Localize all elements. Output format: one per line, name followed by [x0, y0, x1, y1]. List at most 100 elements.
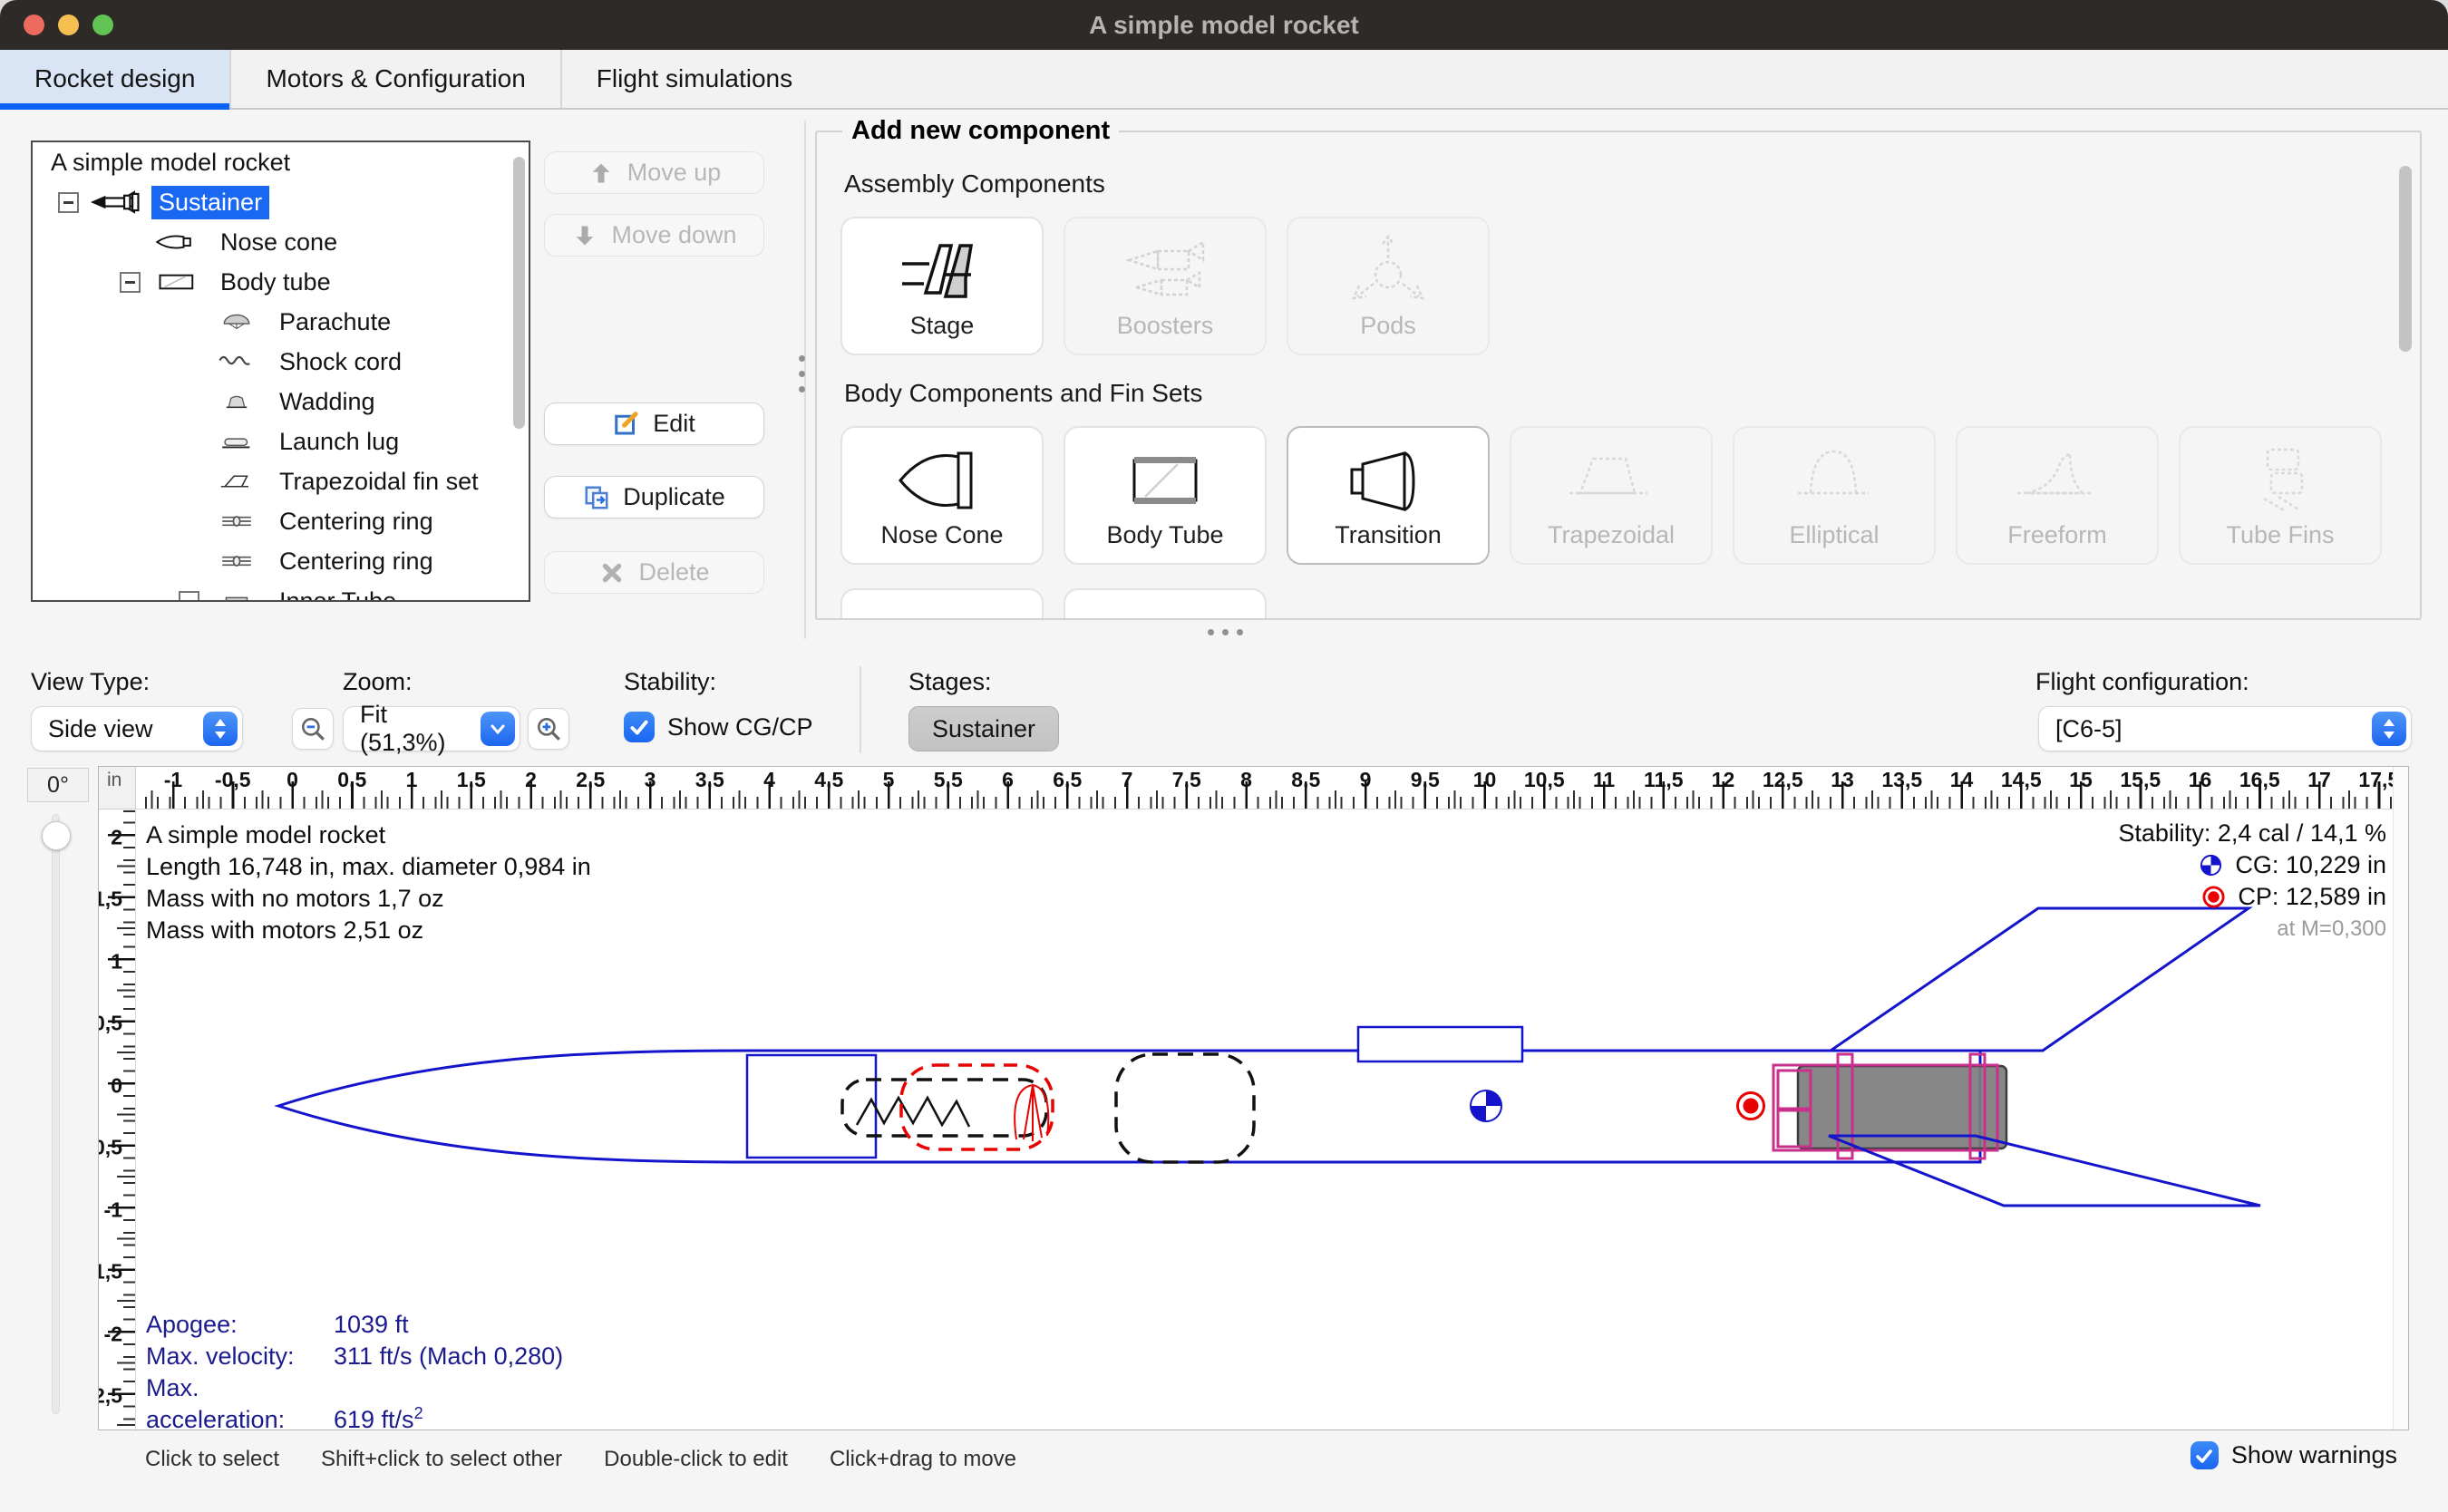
canvas-scrollbar[interactable] [2393, 767, 2408, 1430]
rotation-slider[interactable] [52, 814, 60, 1414]
tree-item-label: Sustainer [151, 186, 269, 219]
show-warnings-checkbox[interactable] [2191, 1441, 2219, 1469]
h-ruler-label: 6 [1002, 768, 1014, 792]
boosters-icon [1111, 232, 1219, 310]
h-ruler-label: 7,5 [1172, 768, 1201, 792]
view-type-select[interactable]: Side view [31, 706, 243, 751]
tree-scrollbar[interactable] [513, 157, 525, 429]
add-trapezoidal-card[interactable]: Trapezoidal [1510, 426, 1713, 565]
title-bar: A simple model rocket [0, 0, 2448, 50]
pods-icon [1334, 232, 1443, 310]
add-tube-fins-card[interactable]: Tube Fins [2179, 426, 2382, 565]
h-ruler-label: 5,5 [934, 768, 963, 792]
collapse-icon[interactable] [58, 192, 79, 213]
h-ruler-label: 0,5 [337, 768, 366, 792]
show-cgcp-checkbox[interactable] [624, 712, 655, 742]
delete-button[interactable]: Delete [544, 551, 764, 594]
body-tube-card-icon [1111, 441, 1219, 519]
zoom-window-button[interactable] [92, 15, 113, 35]
add-freeform-card[interactable]: Freeform [1956, 426, 2159, 565]
tree-item-trapezoidal-fin-set[interactable]: Trapezoidal fin set [33, 461, 529, 501]
nose-cone-card-icon [888, 441, 996, 519]
edit-button[interactable]: Edit [544, 402, 764, 445]
launch-lug[interactable] [1358, 1027, 1522, 1061]
add-boosters-card[interactable]: Boosters [1064, 217, 1267, 355]
zoom-out-icon [299, 715, 326, 742]
edit-icon [613, 411, 640, 438]
tree-item-parachute[interactable]: Parachute [33, 302, 529, 342]
tree-item-launch-lug[interactable]: Launch lug [33, 422, 529, 461]
clipped-card[interactable] [1064, 588, 1267, 620]
tree-item-a-simple-model-rocket[interactable]: A simple model rocket [33, 142, 529, 182]
show-cgcp-label: Show CG/CP [667, 713, 813, 741]
v-ruler-label: 2 [111, 825, 122, 849]
add-pods-card[interactable]: Pods [1287, 217, 1490, 355]
show-warnings-toggle[interactable]: Show warnings [2191, 1441, 2397, 1469]
delete-icon [598, 559, 626, 586]
tab-label: Rocket design [34, 64, 195, 93]
inner-tube-icon [210, 587, 263, 602]
tree-item-label: Centering ring [272, 545, 441, 578]
stage-icon [888, 232, 996, 310]
collapse-icon[interactable] [120, 272, 141, 293]
add-elliptical-card[interactable]: Elliptical [1733, 426, 1936, 565]
expand-icon[interactable] [179, 591, 199, 603]
rotation-slider-thumb[interactable] [42, 821, 71, 850]
h-ruler-label: 14,5 [2001, 768, 2042, 792]
tree-item-wadding[interactable]: Wadding [33, 382, 529, 422]
card-label: Boosters [1117, 312, 1214, 340]
h-ruler-label: 17 [2307, 768, 2331, 792]
zoom-select[interactable]: Fit (51,3%) [343, 706, 520, 751]
trapezoidal-fin-icon [1557, 441, 1666, 519]
add-panel-scrollbar[interactable] [2399, 166, 2412, 352]
zoom-in-button[interactable] [528, 708, 569, 750]
h-ruler-label: 6,5 [1053, 768, 1082, 792]
tree-item-centering-ring[interactable]: Centering ring [33, 541, 529, 581]
add-nose-cone-card[interactable]: Nose Cone [840, 426, 1044, 565]
hint-text: Double-click to edit [604, 1447, 788, 1472]
tree-item-shock-cord[interactable]: Shock cord [33, 342, 529, 382]
show-warnings-label: Show warnings [2231, 1441, 2397, 1469]
tab-motors-configuration[interactable]: Motors & Configuration [231, 50, 561, 108]
flight-config-label: Flight configuration: [2035, 668, 2249, 696]
minimize-window-button[interactable] [58, 15, 79, 35]
body-tube-outline[interactable] [278, 1051, 1980, 1162]
stage-toggle-sustainer[interactable]: Sustainer [908, 706, 1059, 751]
h-ruler-label: 10,5 [1524, 768, 1565, 792]
tree-item-sustainer[interactable]: Sustainer [33, 182, 529, 222]
tab-rocket-design[interactable]: Rocket design [0, 50, 231, 108]
rocket-info-text: A simple model rocket Length 16,748 in, … [146, 819, 591, 946]
zoom-value: Fit (51,3%) [360, 701, 465, 757]
v-ruler-label: 0,5 [99, 1012, 122, 1036]
tree-item-centering-ring[interactable]: Centering ring [33, 501, 529, 541]
tab-flight-simulations[interactable]: Flight simulations [562, 50, 827, 108]
stages-label: Stages: [908, 668, 992, 696]
add-stage-card[interactable]: Stage [840, 217, 1044, 355]
add-transition-card[interactable]: Transition [1287, 426, 1490, 565]
tree-item-nose-cone[interactable]: Nose cone [33, 222, 529, 262]
flight-config-select[interactable]: [C6-5] [2038, 706, 2412, 751]
tree-item-inner-tube[interactable]: Inner Tube [33, 581, 529, 602]
move-up-button[interactable]: Move up [544, 151, 764, 194]
zoom-out-button[interactable] [292, 708, 334, 750]
close-window-button[interactable] [24, 15, 44, 35]
component-tree[interactable]: A simple model rocket SustainerNose coneB… [31, 141, 530, 602]
rocket-canvas[interactable]: in -1-0,500,511,522,533,544,555,566,577,… [98, 766, 2409, 1430]
vertical-splitter-handle-icon[interactable] [799, 355, 805, 393]
add-body-tube-card[interactable]: Body Tube [1064, 426, 1267, 565]
add-panel-title: Add new component [842, 116, 1119, 146]
tree-item-label: Trapezoidal fin set [272, 465, 486, 499]
tree-item-body-tube[interactable]: Body tube [33, 262, 529, 302]
button-label: Move down [611, 221, 736, 249]
horizontal-splitter-handle-icon[interactable] [1208, 629, 1243, 635]
button-label: Move up [627, 159, 722, 187]
section-label: Assembly Components [844, 170, 2384, 199]
clipped-card[interactable] [840, 588, 1044, 620]
duplicate-button[interactable]: Duplicate [544, 476, 764, 519]
button-label: Duplicate [623, 483, 725, 511]
card-label: Freeform [2007, 521, 2107, 549]
move-down-button[interactable]: Move down [544, 214, 764, 257]
arrow-down-icon [571, 222, 598, 249]
h-ruler-label: 2,5 [576, 768, 605, 792]
cp-legend-icon [2201, 885, 2226, 909]
